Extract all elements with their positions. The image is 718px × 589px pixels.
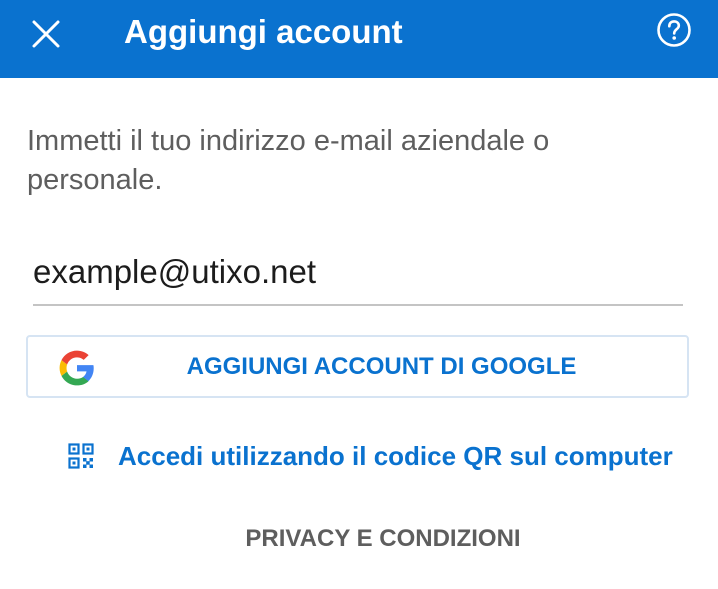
add-google-account-button[interactable]: AGGIUNGI ACCOUNT DI GOOGLE: [26, 335, 689, 398]
help-icon: [657, 13, 691, 47]
page-title: Aggiungi account: [124, 13, 403, 50]
app-bar: Aggiungi account: [0, 0, 718, 78]
privacy-terms-link[interactable]: PRIVACY E CONDIZIONI: [0, 518, 718, 560]
close-icon: [32, 20, 60, 48]
qr-link-label: Accedi utilizzando il codice QR sul comp…: [118, 440, 673, 471]
email-field[interactable]: [33, 240, 683, 306]
qr-code-signin-link[interactable]: Accedi utilizzando il codice QR sul comp…: [68, 434, 673, 478]
help-button[interactable]: [652, 8, 696, 52]
google-button-label: AGGIUNGI ACCOUNT DI GOOGLE: [186, 353, 577, 380]
qr-code-icon: [68, 443, 94, 469]
close-button[interactable]: [22, 10, 70, 58]
instruction-text: Immetti il tuo indirizzo e-mail aziendal…: [27, 125, 550, 196]
